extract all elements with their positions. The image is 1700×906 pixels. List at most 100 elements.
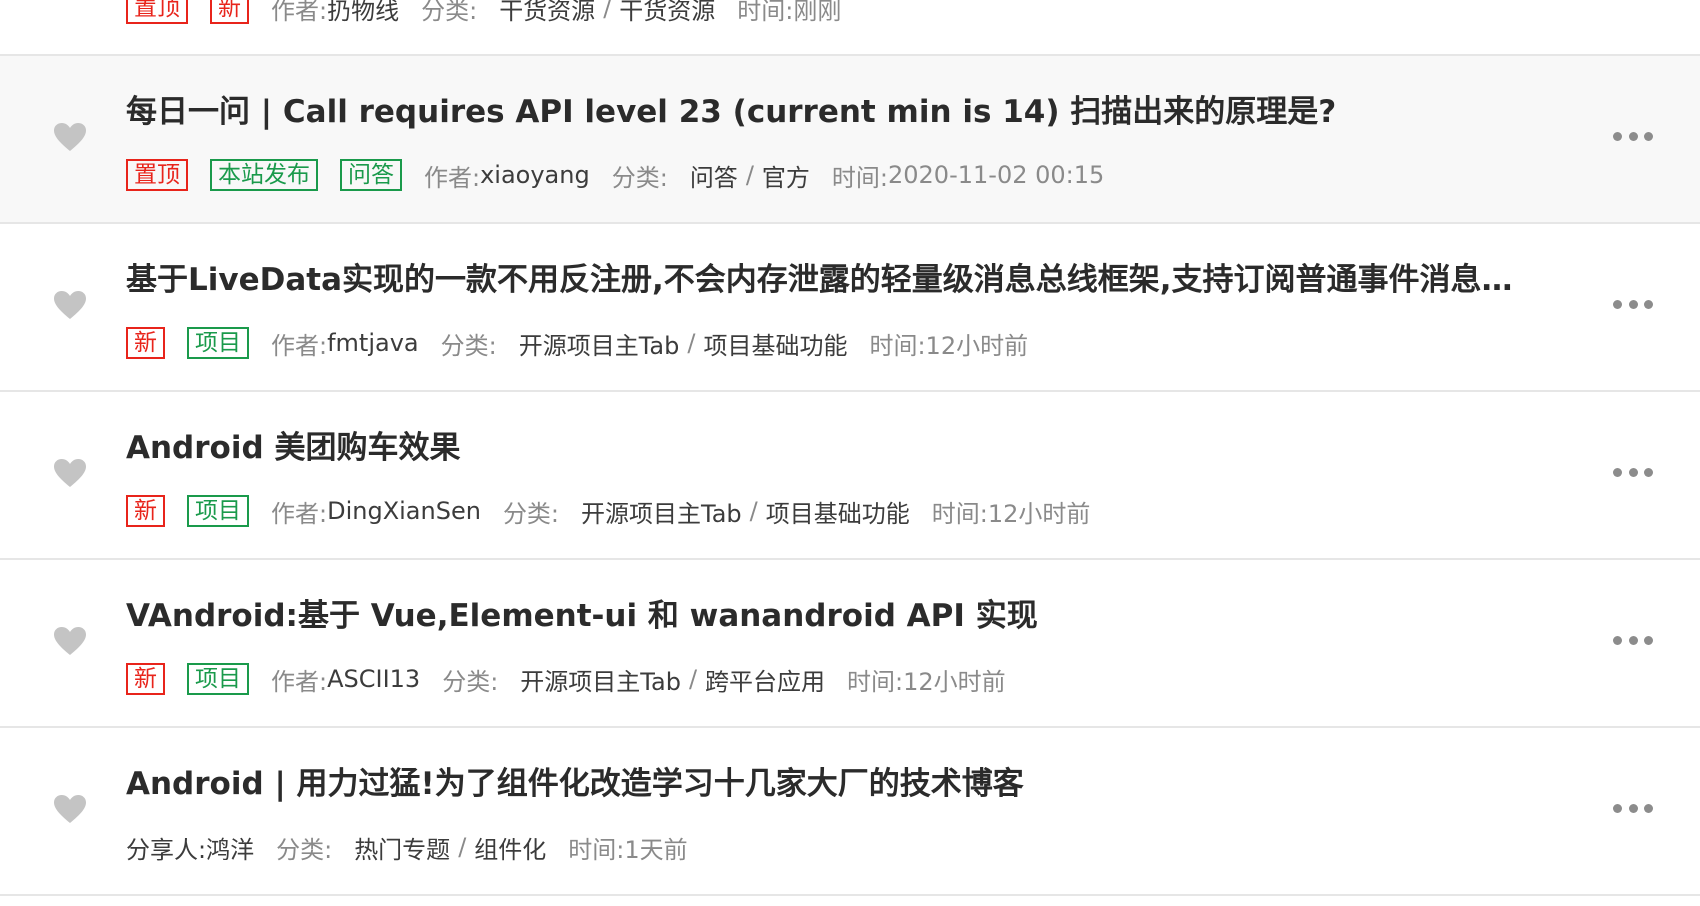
category-separator: / xyxy=(458,833,467,861)
article-row[interactable]: 置顶 新 作者: 扔物线 分类: 干货资源 / 干货资源 时间: 刚刚 xyxy=(0,0,1700,56)
heart-icon[interactable] xyxy=(53,626,87,656)
category-parent[interactable]: 开源项目主Tab xyxy=(519,326,680,361)
article-time: 2020-11-02 00:15 xyxy=(888,161,1105,189)
heart-icon[interactable] xyxy=(53,290,87,320)
dot xyxy=(1613,131,1622,141)
author-label: 作者: xyxy=(271,499,328,528)
dot xyxy=(1644,131,1653,141)
article-title[interactable]: VAndroid:基于 Vue,Element-ui 和 wanandroid … xyxy=(126,596,1580,636)
tag-top[interactable]: 置顶 xyxy=(126,159,188,191)
sharer-name[interactable]: 鸿洋 xyxy=(206,830,254,865)
category-label: 分类: xyxy=(421,0,478,25)
category-separator: / xyxy=(603,0,612,22)
dot xyxy=(1628,131,1638,141)
author-label: 作者: xyxy=(271,331,328,360)
dot xyxy=(1628,803,1638,813)
more-options-icon[interactable] xyxy=(1613,635,1653,645)
category-label: 分类: xyxy=(502,499,560,528)
article-time: 刚刚 xyxy=(793,0,842,25)
heart-icon[interactable] xyxy=(53,122,87,152)
category-parent[interactable]: 开源项目主Tab xyxy=(520,662,681,697)
dot xyxy=(1644,803,1653,813)
article-row[interactable]: VAndroid:基于 Vue,Element-ui 和 wanandroid … xyxy=(0,560,1700,728)
category-child[interactable]: 官方 xyxy=(762,158,810,193)
author-name[interactable]: xiaoyang xyxy=(480,161,590,189)
dot xyxy=(1644,635,1653,645)
author-name[interactable]: fmtjava xyxy=(327,329,419,357)
category-label: 分类: xyxy=(442,667,499,696)
category-child[interactable]: 项目基础功能 xyxy=(766,494,910,529)
tag-site-release[interactable]: 本站发布 xyxy=(210,159,318,191)
dot xyxy=(1644,467,1653,477)
article-time: 12小时前 xyxy=(925,331,1029,360)
article-time: 12小时前 xyxy=(987,499,1091,528)
author-name[interactable]: ASCII13 xyxy=(327,665,420,693)
dot xyxy=(1613,635,1622,645)
dot xyxy=(1628,635,1638,645)
article-meta: 新 项目 作者: fmtjava 分类: 开源项目主Tab / 项目基础功能 时… xyxy=(126,326,1028,360)
sharer-label: 分享人: xyxy=(126,835,207,864)
article-list: 置顶 新 作者: 扔物线 分类: 干货资源 / 干货资源 时间: 刚刚 每日一问… xyxy=(0,0,1700,906)
time-label: 时间: xyxy=(737,0,794,25)
article-time: 1天前 xyxy=(624,835,688,864)
more-options-icon[interactable] xyxy=(1613,131,1653,141)
tag-project[interactable]: 项目 xyxy=(187,495,249,527)
more-options-icon[interactable] xyxy=(1613,803,1653,813)
tag-new[interactable]: 新 xyxy=(126,495,165,527)
heart-icon[interactable] xyxy=(53,794,87,824)
more-options-icon[interactable] xyxy=(1613,467,1653,477)
category-separator: / xyxy=(745,161,754,189)
article-meta: 分享人: 鸿洋 分类: 热门专题 / 组件化 时间: 1天前 xyxy=(126,830,688,864)
article-row[interactable]: Android 美团购车效果 新 项目 作者: DingXianSen 分类: … xyxy=(0,392,1700,560)
category-child[interactable]: 项目基础功能 xyxy=(703,326,847,361)
article-time: 12小时前 xyxy=(903,667,1006,696)
category-separator: / xyxy=(749,497,758,525)
article-meta: 新 项目 作者: DingXianSen 分类: 开源项目主Tab / 项目基础… xyxy=(126,494,1090,528)
author-label: 作者: xyxy=(424,163,481,192)
dot xyxy=(1613,299,1622,309)
author-label: 作者: xyxy=(271,667,328,696)
article-title[interactable]: 每日一问 | Call requires API level 23 (curre… xyxy=(126,92,1580,132)
article-title[interactable]: Android | 用力过猛!为了组件化改造学习十几家大厂的技术博客 xyxy=(126,764,1580,804)
category-label: 分类: xyxy=(611,163,668,192)
time-label: 时间: xyxy=(831,163,888,192)
tag-top[interactable]: 置顶 xyxy=(126,0,188,24)
article-title[interactable]: 基于LiveData实现的一款不用反注册,不会内存泄露的轻量级消息总线框架,支持… xyxy=(126,260,1580,300)
author-name[interactable]: 扔物线 xyxy=(327,0,399,26)
dot xyxy=(1644,299,1653,309)
article-row[interactable]: 每日一问 | Call requires API level 23 (curre… xyxy=(0,56,1700,224)
tag-new[interactable]: 新 xyxy=(126,663,165,695)
article-meta: 新 项目 作者: ASCII13 分类: 开源项目主Tab / 跨平台应用 时间… xyxy=(126,662,1006,696)
author-label: 作者: xyxy=(271,0,328,25)
article-meta: 置顶 新 作者: 扔物线 分类: 干货资源 / 干货资源 时间: 刚刚 xyxy=(126,0,841,25)
dot xyxy=(1628,467,1638,477)
category-parent[interactable]: 干货资源 xyxy=(499,0,595,26)
tag-project[interactable]: 项目 xyxy=(187,327,249,359)
article-meta: 置顶 本站发布 问答 作者: xiaoyang 分类: 问答 / 官方 时间: … xyxy=(126,158,1104,192)
article-row[interactable]: 基于LiveData实现的一款不用反注册,不会内存泄露的轻量级消息总线框架,支持… xyxy=(0,224,1700,392)
article-title[interactable]: Android 美团购车效果 xyxy=(126,428,1580,468)
category-label: 分类: xyxy=(276,835,333,864)
category-separator: / xyxy=(687,329,696,357)
time-label: 时间: xyxy=(931,499,988,528)
article-row[interactable]: Android | 用力过猛!为了组件化改造学习十几家大厂的技术博客 分享人: … xyxy=(0,728,1700,896)
category-child[interactable]: 组件化 xyxy=(474,830,546,865)
tag-new[interactable]: 新 xyxy=(126,327,165,359)
category-child[interactable]: 跨平台应用 xyxy=(705,662,825,697)
category-parent[interactable]: 开源项目主Tab xyxy=(581,494,742,529)
time-label: 时间: xyxy=(869,331,926,360)
category-separator: / xyxy=(688,665,698,693)
category-parent[interactable]: 热门专题 xyxy=(354,830,450,865)
heart-icon[interactable] xyxy=(53,458,87,488)
tag-qa[interactable]: 问答 xyxy=(340,159,402,191)
category-child[interactable]: 干货资源 xyxy=(619,0,715,26)
more-options-icon[interactable] xyxy=(1613,299,1653,309)
tag-project[interactable]: 项目 xyxy=(187,663,249,695)
time-label: 时间: xyxy=(568,835,625,864)
tag-new[interactable]: 新 xyxy=(210,0,249,24)
category-parent[interactable]: 问答 xyxy=(690,158,738,193)
category-label: 分类: xyxy=(440,331,497,360)
dot xyxy=(1613,803,1622,813)
author-name[interactable]: DingXianSen xyxy=(327,497,481,525)
time-label: 时间: xyxy=(847,667,904,696)
